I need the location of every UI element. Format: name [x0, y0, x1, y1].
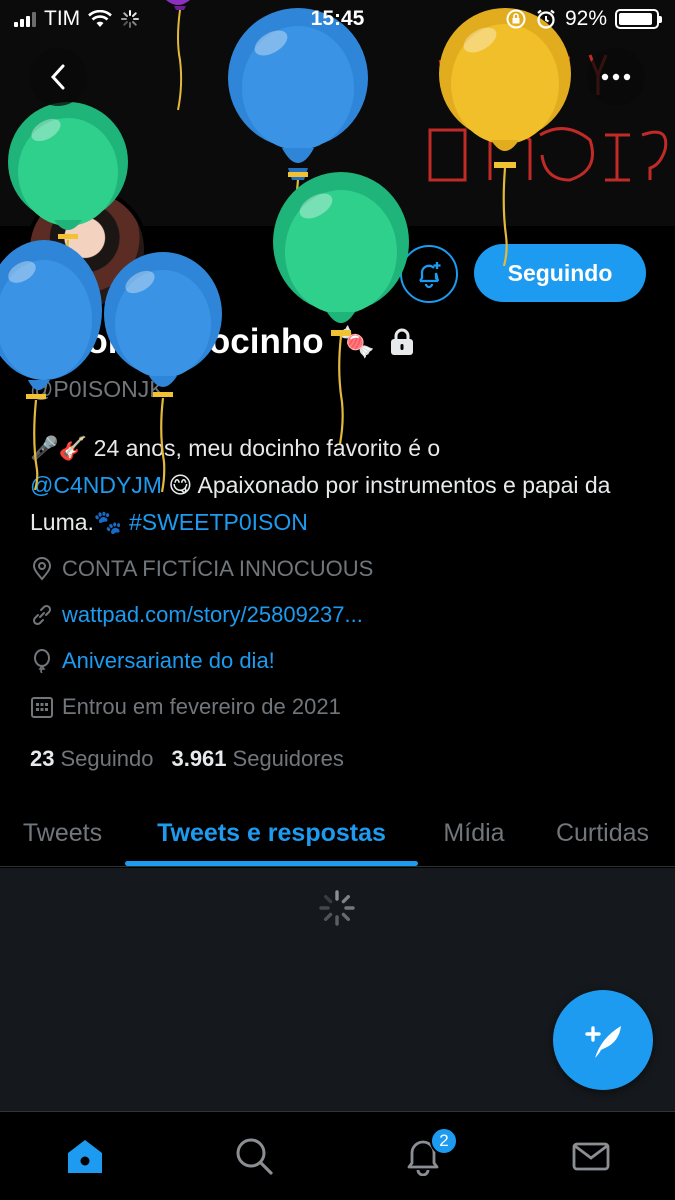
following-stat[interactable]: 23 Seguindo — [30, 746, 153, 772]
tab-likes[interactable]: Curtidas — [530, 800, 675, 866]
battery-icon — [615, 9, 662, 29]
birthday-text: Aniversariante do dia! — [62, 648, 275, 673]
active-tab-indicator — [125, 861, 418, 866]
balloon-icon — [34, 649, 50, 673]
nav-messages[interactable] — [569, 1134, 613, 1178]
location-text: CONTA FICTÍCIA INNOCUOUS — [62, 556, 374, 581]
tab-tweets-and-replies[interactable]: Tweets e respostas — [125, 800, 418, 866]
username-handle: @P0ISONJK — [30, 376, 165, 402]
notifications-badge: 2 — [430, 1127, 458, 1155]
following-label: Seguindo — [60, 746, 154, 771]
profile-tabs: Tweets Tweets e respostas Mídia Curtidas — [0, 800, 675, 867]
back-button[interactable] — [29, 48, 87, 106]
status-bar: TIM 15:45 92% — [0, 0, 675, 38]
mail-icon — [572, 1142, 610, 1171]
website-row: wattpad.com/story/25809237... — [30, 602, 363, 628]
bio-hashtag-link[interactable]: #SWEETP0ISON — [129, 509, 308, 535]
search-icon — [236, 1138, 273, 1175]
display-name-row: Amor do Docinho 🍬 — [30, 322, 415, 362]
orientation-lock-icon — [506, 9, 526, 29]
compose-tweet-button[interactable] — [553, 990, 653, 1090]
location-pin-icon — [32, 557, 52, 581]
joined-text: Entrou em fevereiro de 2021 — [62, 694, 341, 719]
following-button[interactable]: Seguindo — [474, 244, 646, 302]
bio-text: 🎤🎸 24 anos, meu docinho favorito é o — [30, 435, 441, 461]
calendar-icon — [31, 697, 53, 718]
followers-label: Seguidores — [232, 746, 344, 771]
followers-count: 3.961 — [171, 746, 227, 771]
compose-feather-icon — [585, 1026, 621, 1058]
bio-mention-link[interactable]: @C4NDYJM — [30, 472, 162, 498]
bell-plus-icon — [419, 262, 441, 289]
lock-icon — [390, 328, 413, 355]
followers-stat[interactable]: 3.961 Seguidores — [171, 746, 343, 772]
location-row: CONTA FICTÍCIA INNOCUOUS — [30, 556, 373, 582]
tab-media[interactable]: Mídia — [418, 800, 530, 866]
battery-level — [619, 13, 653, 25]
follow-stats: 23 Seguindo 3.961 Seguidores — [30, 746, 344, 772]
joined-row: Entrou em fevereiro de 2021 — [30, 694, 341, 720]
tab-tweets[interactable]: Tweets — [0, 800, 125, 866]
following-count: 23 — [30, 746, 55, 771]
profile-bio: 🎤🎸 24 anos, meu docinho favorito é o @C4… — [30, 430, 630, 541]
more-icon — [601, 73, 631, 81]
profile-avatar[interactable] — [26, 188, 148, 310]
candy-emoji-icon: 🍬 — [337, 325, 375, 359]
alarm-icon — [537, 9, 555, 29]
display-name: Amor do Docinho — [30, 322, 324, 361]
website-link[interactable]: wattpad.com/story/25809237... — [62, 602, 363, 628]
link-icon — [32, 604, 52, 626]
notifications-toggle-button[interactable] — [400, 245, 458, 303]
bottom-navigation — [0, 1111, 675, 1200]
loading-spinner-icon — [319, 890, 355, 926]
nav-home[interactable] — [63, 1134, 107, 1178]
nav-search[interactable] — [232, 1134, 276, 1178]
birthday-row: Aniversariante do dia! — [30, 648, 275, 674]
more-options-button[interactable] — [587, 48, 645, 106]
battery-percent: 92% — [564, 7, 607, 30]
home-icon — [68, 1140, 102, 1173]
chevron-left-icon — [50, 64, 65, 90]
